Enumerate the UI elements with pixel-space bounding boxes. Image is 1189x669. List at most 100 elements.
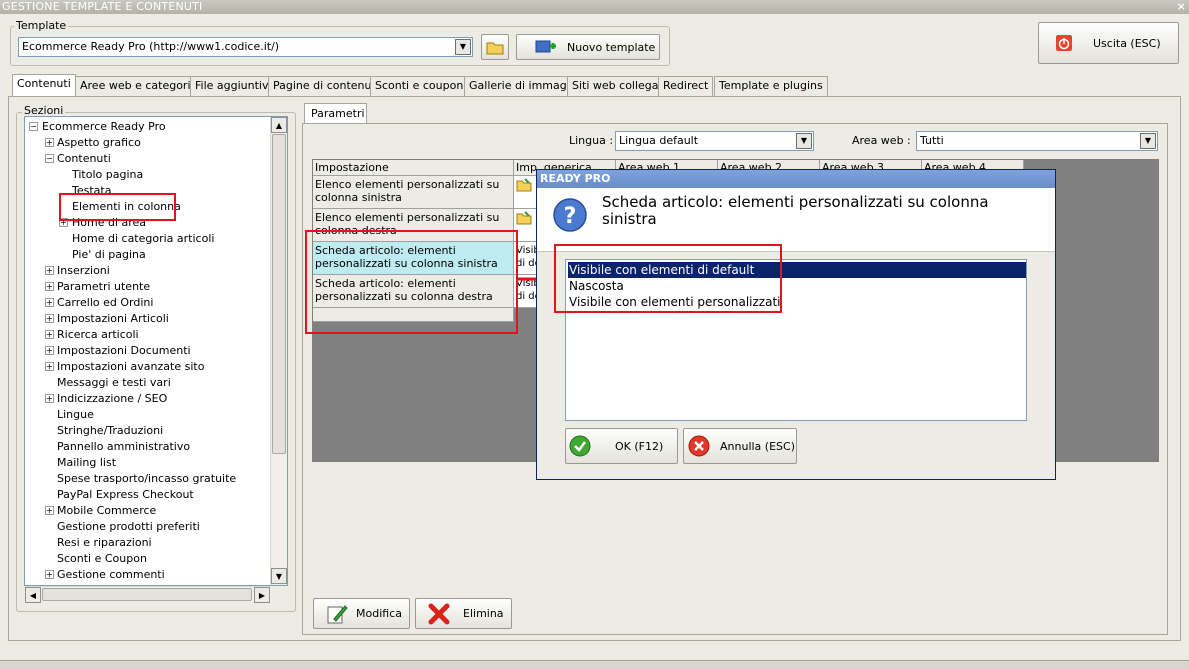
pencil-icon xyxy=(327,604,348,623)
tab-template-plugins[interactable]: Template e plugins xyxy=(714,76,828,96)
area-web-select[interactable]: Tutti ▼ xyxy=(916,131,1158,151)
expand-icon[interactable]: + xyxy=(45,138,54,147)
modify-label: Modifica xyxy=(356,607,402,620)
expand-icon[interactable]: + xyxy=(45,266,54,275)
tree-horizontal-scrollbar[interactable]: ◀ ▶ xyxy=(25,586,271,603)
tree-item-label: PayPal Express Checkout xyxy=(57,488,194,501)
tree-item-label: Impostazioni Articoli xyxy=(57,312,169,325)
expand-icon[interactable]: + xyxy=(45,346,54,355)
tree-item-label: Impostazioni Documenti xyxy=(57,344,191,357)
dialog-titlebar: READY PRO xyxy=(537,170,1055,188)
tab-siti-collegati[interactable]: Siti web collegati xyxy=(567,76,671,96)
annotation-highlight-options xyxy=(554,244,782,313)
tree-item-label: Carrello ed Ordini xyxy=(57,296,154,309)
tree-vertical-scrollbar[interactable]: ▲ ▼ xyxy=(270,117,287,585)
window-title: GESTIONE TEMPLATE E CONTENUTI xyxy=(2,0,203,13)
scroll-up-icon[interactable]: ▲ xyxy=(271,117,287,133)
delete-button[interactable]: Elimina xyxy=(415,598,512,629)
tree-item-label: Gestione commenti xyxy=(57,568,165,581)
tree-hscroll-thumb[interactable] xyxy=(42,588,252,601)
expand-icon[interactable]: + xyxy=(45,298,54,307)
tree-item-label: Inserzioni xyxy=(57,264,110,277)
tree-item-label: Impostazioni avanzate sito xyxy=(57,360,205,373)
lingua-value: Lingua default xyxy=(619,134,699,147)
dialog-question: Scheda articolo: elementi personalizzati… xyxy=(602,193,989,228)
question-icon: ? xyxy=(553,198,587,232)
lingua-select[interactable]: Lingua default ▼ xyxy=(615,131,814,151)
chevron-down-icon[interactable]: ▼ xyxy=(796,133,812,149)
tree-item-label: Sconti e Coupon xyxy=(57,552,147,565)
sections-tree[interactable]: − Ecommerce Ready Pro + Aspetto grafico − C… xyxy=(24,116,288,586)
collapse-icon[interactable]: − xyxy=(45,154,54,163)
tab-sconti-coupon[interactable]: Sconti e coupon xyxy=(370,76,469,96)
annotation-highlight-grid xyxy=(305,230,518,334)
tree-item-label: Titolo pagina xyxy=(72,168,144,181)
close-icon[interactable]: × xyxy=(1177,0,1186,14)
tree-item-label: Aspetto grafico xyxy=(57,136,141,149)
new-template-label: Nuovo template xyxy=(567,40,656,54)
edit-folder-icon xyxy=(516,211,532,225)
expand-icon[interactable]: + xyxy=(45,362,54,371)
edit-folder-icon xyxy=(516,178,532,192)
annotation-highlight-tree xyxy=(59,193,176,221)
tab-file-aggiuntivi[interactable]: File aggiuntivi xyxy=(190,76,277,96)
ok-label: OK (F12) xyxy=(615,439,664,453)
tree-root-label: Ecommerce Ready Pro xyxy=(42,120,166,133)
template-select[interactable]: Ecommerce Ready Pro (http://www1.codice.… xyxy=(18,37,473,57)
new-template-icon xyxy=(535,40,556,53)
tab-parametri[interactable]: Parametri xyxy=(304,103,367,124)
new-template-button[interactable]: Nuovo template xyxy=(516,34,660,60)
lingua-label: Lingua : xyxy=(569,134,614,147)
tree-item-label: Pie' di pagina xyxy=(72,248,146,261)
tree-item-label: Mailing list xyxy=(57,456,117,469)
scroll-left-icon[interactable]: ◀ xyxy=(25,587,41,603)
expand-icon[interactable]: + xyxy=(45,570,54,579)
template-select-value: Ecommerce Ready Pro (http://www1.codice.… xyxy=(22,40,280,53)
tree-item-label: Home di categoria articoli xyxy=(72,232,215,245)
cancel-label: Annulla (ESC) xyxy=(720,439,795,453)
exit-button[interactable]: Uscita (ESC) xyxy=(1038,22,1179,64)
tree-item-label: Stringhe/Traduzioni xyxy=(57,424,164,437)
cancel-icon xyxy=(688,435,710,457)
template-group-label: Template xyxy=(14,19,69,32)
grid-header-impostazione: Impostazione xyxy=(313,160,514,176)
open-folder-button[interactable] xyxy=(481,34,509,60)
ok-button[interactable]: OK (F12) xyxy=(565,428,678,464)
expand-icon[interactable]: + xyxy=(45,394,54,403)
collapse-icon[interactable]: − xyxy=(29,122,38,131)
tree-item-label: Indicizzazione / SEO xyxy=(57,392,168,405)
dialog-header: ? Scheda articolo: elementi personalizza… xyxy=(537,188,1055,252)
tree-item-label: Pannello amministrativo xyxy=(57,440,191,453)
grid-row-label[interactable]: Elenco elementi personalizzati su colonn… xyxy=(313,176,514,209)
scroll-right-icon[interactable]: ▶ xyxy=(254,587,270,603)
expand-icon[interactable]: + xyxy=(45,314,54,323)
status-strip xyxy=(0,660,1189,669)
delete-x-icon xyxy=(428,603,450,624)
tree-item-label: Gestione prodotti preferiti xyxy=(57,520,200,533)
tree-item-label: Parametri utente xyxy=(57,280,151,293)
tab-aree-web[interactable]: Aree web e categorie xyxy=(75,76,203,96)
cancel-button[interactable]: Annulla (ESC) xyxy=(683,428,797,464)
expand-icon[interactable]: + xyxy=(45,282,54,291)
svg-text:?: ? xyxy=(564,204,577,229)
chevron-down-icon[interactable]: ▼ xyxy=(1140,133,1156,149)
tree-item-label: Resi e riparazioni xyxy=(57,536,152,549)
modify-button[interactable]: Modifica xyxy=(313,598,410,629)
tab-contenuti[interactable]: Contenuti xyxy=(12,74,76,96)
tree-item-label: Mobile Commerce xyxy=(57,504,157,517)
scroll-down-icon[interactable]: ▼ xyxy=(271,568,287,584)
area-web-value: Tutti xyxy=(920,134,944,147)
chevron-down-icon[interactable]: ▼ xyxy=(455,39,471,55)
expand-icon[interactable]: + xyxy=(45,330,54,339)
window-titlebar: GESTIONE TEMPLATE E CONTENUTI × xyxy=(0,0,1189,14)
tree-item-label: Spese trasporto/incasso gratuite xyxy=(57,472,237,485)
tab-pagine-contenuti[interactable]: Pagine di contenuti xyxy=(268,76,384,96)
check-icon xyxy=(569,435,591,457)
exit-label: Uscita (ESC) xyxy=(1093,36,1161,50)
ready-pro-dialog: READY PRO ? Scheda articolo: elementi pe… xyxy=(536,169,1056,480)
folder-icon xyxy=(486,42,504,55)
tab-redirect[interactable]: Redirect xyxy=(658,76,714,96)
tree-scroll-thumb[interactable] xyxy=(272,134,286,454)
tree-item-label: Ricerca articoli xyxy=(57,328,139,341)
expand-icon[interactable]: + xyxy=(45,506,54,515)
